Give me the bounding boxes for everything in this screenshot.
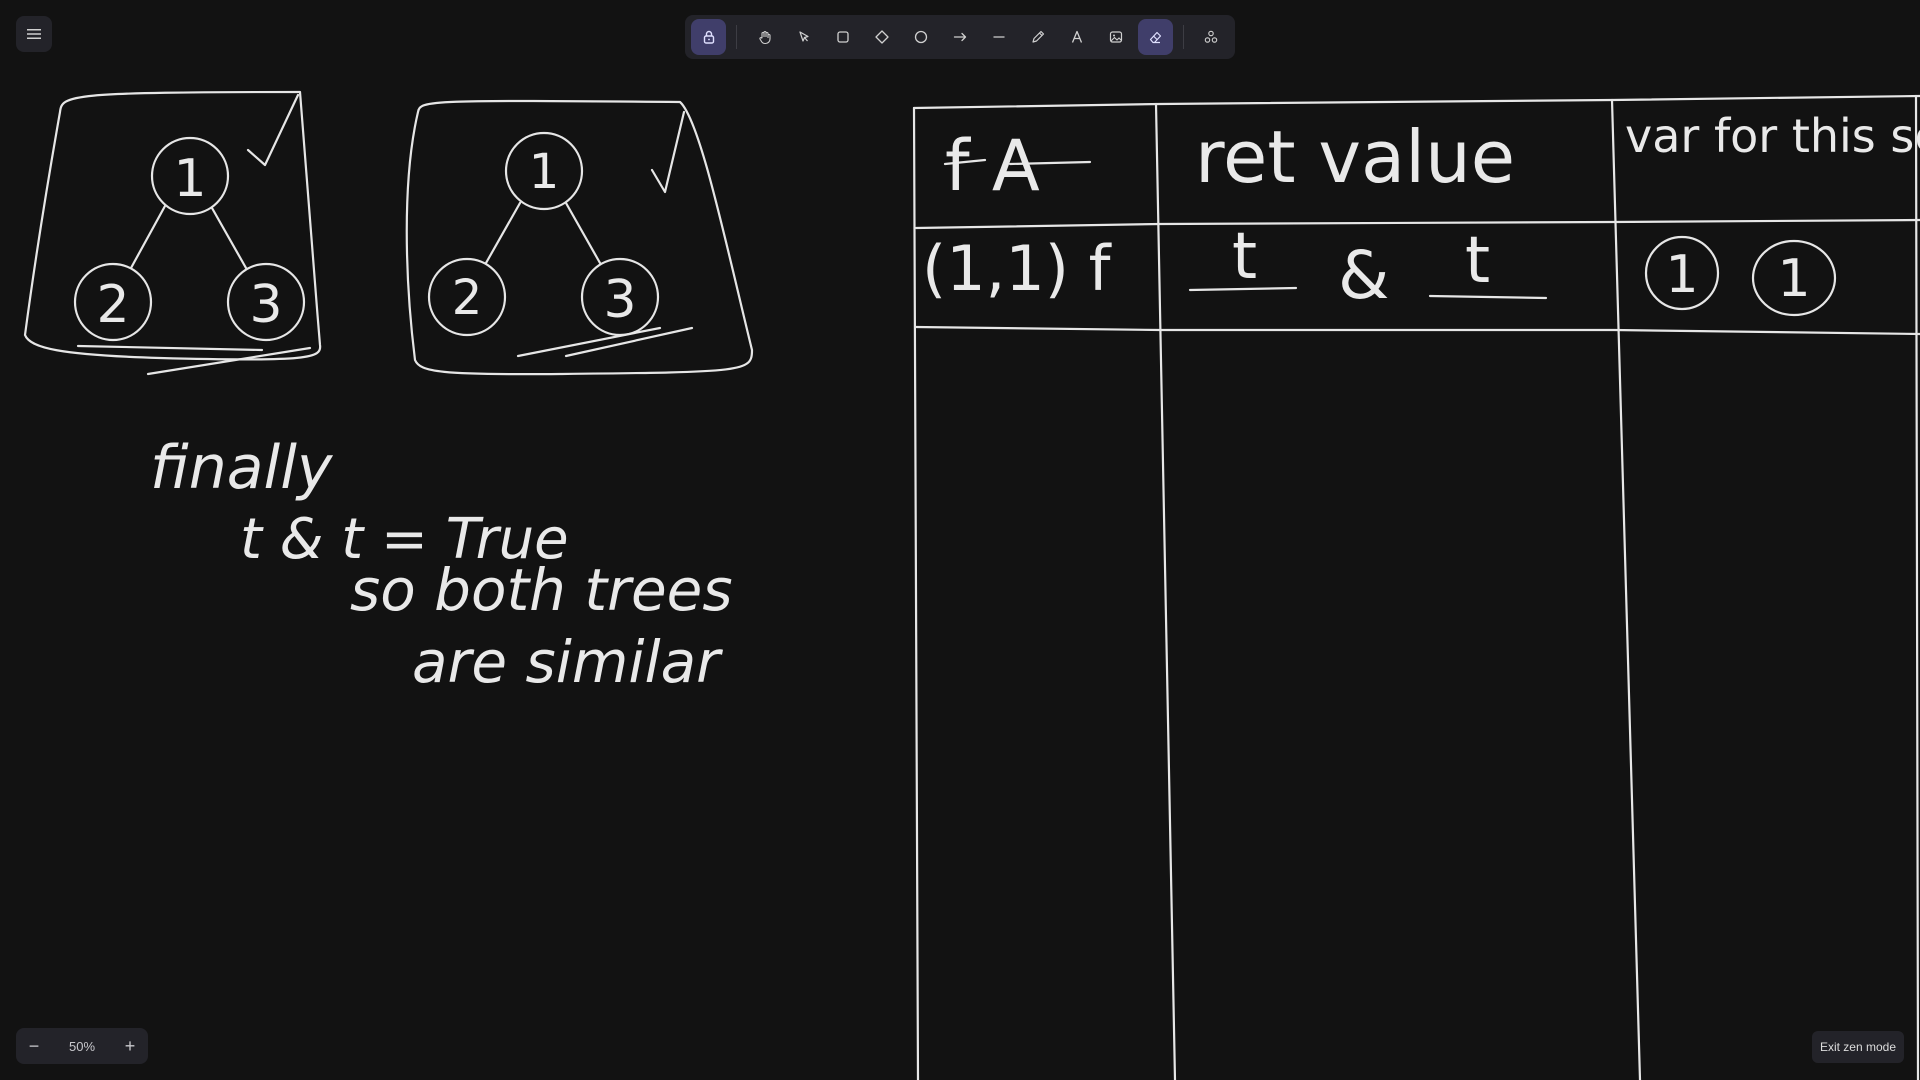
whiteboard-canvas[interactable]: 1 2 3 1 2 3 finally t & t = True so both… bbox=[0, 0, 1920, 1080]
table-header-bottom bbox=[914, 218, 1920, 230]
note-line-1: finally bbox=[150, 433, 334, 503]
row1-scope-a: 1 bbox=[1665, 245, 1698, 305]
tree1-right-label: 3 bbox=[249, 275, 282, 335]
tree1-left-label: 2 bbox=[96, 275, 129, 335]
note-line-4: are similar bbox=[412, 628, 723, 696]
row1-ret-left: t bbox=[1232, 220, 1257, 294]
table-col-divider1 bbox=[1154, 102, 1177, 1080]
table-row1-bottom bbox=[914, 325, 1920, 336]
exit-zen-mode-button[interactable]: Exit zen mode bbox=[1812, 1031, 1904, 1063]
table-header-scope: var for this scope bbox=[1625, 109, 1920, 163]
table-top-border bbox=[912, 94, 1920, 110]
tree1-root-label: 1 bbox=[173, 149, 206, 209]
zoom-control: − 50% + bbox=[16, 1028, 148, 1064]
row1-ret-right: t bbox=[1465, 224, 1490, 298]
zoom-in-button[interactable]: + bbox=[112, 1028, 148, 1064]
row1-ret-op: & bbox=[1338, 237, 1389, 314]
table-left-border bbox=[912, 106, 920, 1080]
tree2-check bbox=[650, 110, 686, 194]
tree2-edge-right bbox=[564, 201, 602, 265]
tree1-strike bbox=[146, 346, 312, 376]
tree2-edge-left bbox=[484, 201, 522, 265]
row1-call: (1,1) f bbox=[922, 232, 1113, 305]
tree2-mark-label: √ bbox=[652, 188, 654, 191]
table-right-border bbox=[1914, 94, 1920, 1080]
tree2-root-label: 1 bbox=[529, 144, 560, 200]
table-header-ret: ret value bbox=[1195, 115, 1515, 199]
tree2-right-label: 3 bbox=[603, 270, 636, 330]
zoom-out-button[interactable]: − bbox=[16, 1028, 52, 1064]
row1-scope-b: 1 bbox=[1777, 249, 1810, 309]
tree1-underline bbox=[76, 344, 264, 352]
tree2-left-label: 2 bbox=[452, 270, 483, 326]
note-line-3: so both trees bbox=[350, 556, 733, 624]
tree1-edge-right bbox=[210, 206, 248, 270]
table-header-func: f A bbox=[945, 125, 1040, 207]
tree1-mark-label: √ bbox=[250, 158, 252, 161]
tree1-edge-left bbox=[129, 204, 167, 270]
tree1-check bbox=[246, 93, 300, 167]
table-col-divider2 bbox=[1610, 98, 1642, 1080]
zoom-level[interactable]: 50% bbox=[52, 1039, 112, 1054]
table-header-scope-text: var for this scope bbox=[1625, 109, 1920, 163]
